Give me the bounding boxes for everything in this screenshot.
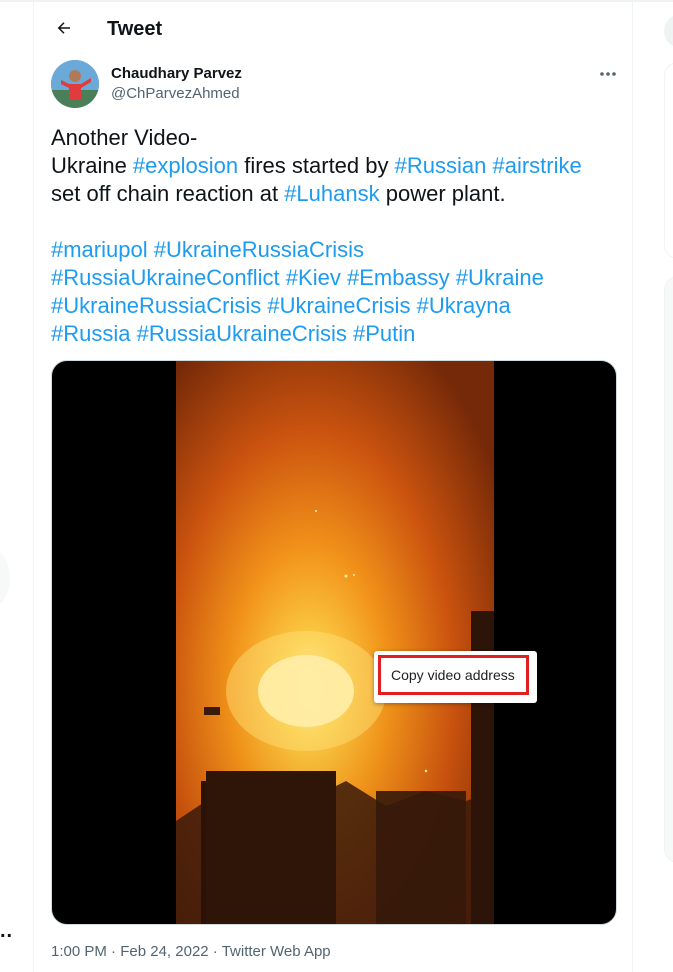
tweet-text-line: #RussiaUkraineConflict #Kiev #Embassy #U… (51, 264, 626, 292)
tweet-text-gap (51, 208, 626, 236)
more-dots-icon (600, 72, 616, 76)
more-button[interactable] (596, 64, 620, 84)
tweet-source-link[interactable]: Twitter Web App (222, 943, 331, 960)
hashtag-link[interactable]: #Ukraine (456, 265, 544, 290)
hashtag-link[interactable]: #explosion (133, 153, 238, 178)
hashtag-link[interactable]: #Putin (353, 321, 415, 346)
author-name[interactable]: Chaudhary Parvez (111, 65, 242, 82)
hashtag-link[interactable]: #mariupol (51, 237, 148, 262)
hashtag-link[interactable]: #Russia (51, 321, 130, 346)
search-box-fragment[interactable] (664, 14, 673, 48)
avatar-image (51, 60, 99, 108)
tweet-text-segment: Another Video- (51, 125, 198, 150)
tweet-text: Another Video- Ukraine #explosion fires s… (51, 124, 626, 348)
hashtag-link[interactable]: #Ukrayna (417, 293, 511, 318)
back-button[interactable] (50, 14, 78, 42)
tweet-text-segment: power plant. (379, 181, 506, 206)
hashtag-link[interactable]: #UkraineRussiaCrisis (154, 237, 364, 262)
tweet-text-segment: set off chain reaction at (51, 181, 285, 206)
hashtag-link[interactable]: #RussiaUkraineCrisis (137, 321, 347, 346)
tweet-text-line: set off chain reaction at #Luhansk power… (51, 180, 626, 208)
tweet-text-line: Ukraine #explosion fires started by #Rus… (51, 152, 626, 180)
tweet-video[interactable] (51, 360, 617, 925)
hashtag-link[interactable]: #Russian (395, 153, 487, 178)
hashtag-link[interactable]: #Luhansk (284, 181, 379, 206)
tweet-text-line: #Russia #RussiaUkraineCrisis #Putin (51, 320, 626, 348)
context-menu: Copy video address (374, 651, 537, 703)
author-handle[interactable]: @ChParvezAhmed (111, 85, 240, 102)
sidebar-more-icon[interactable]: .. (0, 920, 13, 943)
tweet-date-link[interactable]: Feb 24, 2022 (120, 943, 208, 960)
tweet-text-segment: Ukraine (51, 153, 133, 178)
hashtag-link[interactable]: #Embassy (347, 265, 450, 290)
video-frame[interactable] (176, 361, 494, 925)
main-column-border (632, 0, 633, 972)
hashtag-link[interactable]: #Kiev (286, 265, 341, 290)
hashtag-link[interactable]: #UkraineRussiaCrisis (51, 293, 261, 318)
left-column-border (33, 0, 34, 972)
avatar[interactable] (51, 60, 99, 108)
hashtag-link[interactable]: #UkraineCrisis (267, 293, 410, 318)
back-arrow-icon (57, 22, 70, 34)
tweet-header: Tweet (34, 2, 632, 55)
copy-video-address-menu-item[interactable]: Copy video address (378, 655, 529, 695)
hashtag-link[interactable]: #RussiaUkraineConflict (51, 265, 280, 290)
tweet-text-line: #UkraineRussiaCrisis #UkraineCrisis #Ukr… (51, 292, 626, 320)
timestamp-separator: · (208, 943, 222, 960)
hashtag-link[interactable]: #airstrike (492, 153, 581, 178)
sidebar-fragment (0, 548, 10, 608)
timestamp-separator: · (106, 943, 121, 960)
tweet-timestamp: 1:00 PM · Feb 24, 2022 · Twitter Web App (51, 943, 331, 960)
right-card-fragment (664, 62, 673, 259)
trends-card-fragment (664, 276, 673, 863)
tweet-text-segment: fires started by (238, 153, 395, 178)
tweet-time-link[interactable]: 1:00 PM (51, 943, 107, 960)
page-title: Tweet (107, 18, 163, 40)
tweet-text-line: #mariupol #UkraineRussiaCrisis (51, 236, 626, 264)
tweet-text-line: Another Video- (51, 124, 626, 152)
